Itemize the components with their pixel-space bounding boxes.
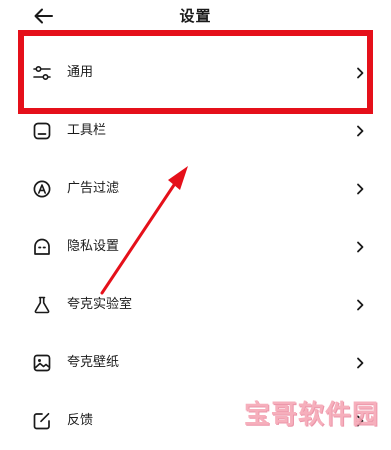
chevron-right-icon (357, 241, 364, 253)
privacy-icon (32, 237, 52, 257)
settings-item-wallpaper[interactable]: 夸克壁纸 (0, 334, 391, 392)
settings-item-label: 反馈 (67, 413, 94, 428)
settings-item-label: 通用 (67, 65, 94, 80)
toolbar-icon (32, 121, 52, 141)
settings-item-label: 广告过滤 (67, 181, 120, 196)
page-title: 设置 (179, 7, 212, 25)
sliders-icon (32, 63, 52, 83)
settings-item-ad-filter[interactable]: 广告过滤 (0, 160, 391, 218)
settings-item-lab[interactable]: 夸克实验室 (0, 276, 391, 334)
header: 设置 (0, 0, 391, 32)
settings-item-label: 工具栏 (67, 123, 107, 138)
feedback-icon (32, 411, 52, 431)
settings-item-general[interactable]: 通用 (0, 44, 391, 102)
settings-item-label: 隐私设置 (67, 239, 120, 254)
chevron-right-icon (357, 125, 364, 137)
chevron-right-icon (357, 183, 364, 195)
settings-item-label: 夸克实验室 (67, 297, 133, 312)
chevron-right-icon (357, 67, 364, 79)
settings-item-toolbar[interactable]: 工具栏 (0, 102, 391, 160)
flask-icon (32, 295, 52, 315)
settings-item-label: 夸克壁纸 (67, 355, 120, 370)
ad-filter-icon (32, 179, 52, 199)
settings-item-privacy[interactable]: 隐私设置 (0, 218, 391, 276)
settings-item-feedback[interactable]: 反馈 (0, 392, 391, 450)
chevron-right-icon (357, 299, 364, 311)
chevron-right-icon (357, 415, 364, 427)
chevron-right-icon (357, 357, 364, 369)
wallpaper-icon (32, 353, 52, 373)
